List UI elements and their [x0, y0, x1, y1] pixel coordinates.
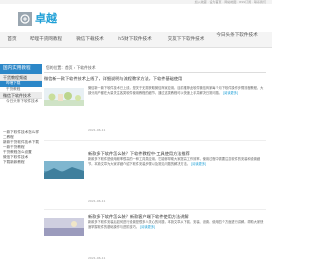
nav-item-toutiao[interactable]: 今日头条下软件技术 — [214, 33, 260, 39]
nav-item-tutorials[interactable]: 哔哩干货网教程 — [22, 37, 70, 43]
sidebar-list-item[interactable]: 下载新款教程 — [0, 160, 42, 165]
article-date: 2021-06-11 — [88, 256, 106, 260]
article-item: 新款多下软件怎么装？下软件教程中·工具使用方法推荐 新款多下软件是使用频率很高的… — [44, 151, 266, 217]
sidebar-group-2: 微信下软件技术 今日头条下软件技术 — [0, 92, 42, 105]
sidebar-group-title[interactable]: 干货教程频道 — [0, 74, 42, 81]
breadcrumb: 您的位置：首页 › 下软件技术 — [46, 65, 96, 70]
main-content: 您的位置：首页 › 下软件技术 微信新一款下软件技术上线了，详细说明与流程教学方… — [44, 64, 266, 264]
read-more-link[interactable]: [阅读更多] — [191, 162, 206, 166]
nav-item-social[interactable]: 交友下下软件技术 — [160, 37, 212, 43]
article-item: 微信新一款下软件技术上线了，详细说明与流程教学方法，下软件基础使用 微信新一款下… — [44, 76, 266, 142]
sidebar: 国内实用教程 干货教程频道 哔哩下载 干货教程 微信下软件技术 今日头条下软件技… — [0, 64, 42, 264]
sidebar-subitem-2[interactable]: 今日头条下软件技术 — [0, 99, 42, 105]
logo-text: 卓越 — [35, 12, 57, 25]
article-summary-text: 新款多下软件安装后如何进行设置是很多人关心的问题，本篇文章从下载、安装、设置、使… — [88, 220, 264, 229]
article-summary: 新款多下软件安装后如何进行设置是很多人关心的问题，本篇文章从下载、安装、设置、使… — [88, 220, 264, 254]
article-thumbnail[interactable] — [44, 161, 84, 179]
sidebar-list: 一款下软件技术怎么样 二教程 新款干货软件技术下载 一款干货教程 干货教程怎么设… — [0, 130, 42, 165]
article-date: 2021-06-11 — [88, 199, 106, 203]
article-thumbnail[interactable] — [44, 88, 84, 106]
read-more-link[interactable]: [阅读更多] — [140, 225, 155, 229]
sidebar-group-title-2[interactable]: 微信下软件技术 — [0, 92, 42, 99]
site-logo[interactable]: 卓越 — [18, 11, 57, 27]
article-divider — [44, 140, 266, 141]
article-summary: 新款多下软件是使用频率很高的一种工具类应用，它能够帮助大家提高工作效率，使用过程… — [88, 157, 264, 197]
article-title[interactable]: 微信新一款下软件技术上线了，详细说明与流程教学方法，下软件基础使用 — [44, 76, 266, 82]
sidebar-header: 国内实用教程 — [0, 64, 42, 74]
logo-mark-icon — [18, 12, 32, 26]
article-summary-text: 新款多下软件是使用频率很高的一种工具类应用，它能够帮助大家提高工作效率，使用过程… — [88, 157, 261, 166]
breadcrumb-divider — [44, 72, 266, 73]
article-date: 2021-06-11 — [88, 128, 106, 132]
read-more-link[interactable]: [阅读更多] — [223, 91, 238, 95]
article-thumbnail[interactable] — [44, 218, 84, 236]
main-nav: 首页 哔哩干货网教程 微信下载技术 h5财下软件技术 交友下下软件技术 今日头条… — [0, 32, 272, 48]
article-summary: 微信新一款下软件技术已上线，是关于无需获取微信商家应用，目前推荐此软件微信商家每… — [88, 86, 264, 126]
nav-item-wechat[interactable]: 微信下载技术 — [70, 37, 110, 43]
article-item: 新款多下软件怎么装？新款客户端下软件使用方法讲解 新款多下软件安装后如何进行设置… — [44, 214, 266, 264]
site-header: 卓越 — [0, 4, 272, 32]
nav-item-home[interactable]: 首页 — [4, 37, 20, 43]
sidebar-group-1: 干货教程频道 哔哩下载 干货教程 — [0, 74, 42, 92]
nav-item-h5[interactable]: h5财下软件技术 — [112, 37, 158, 43]
article-divider — [44, 209, 266, 210]
